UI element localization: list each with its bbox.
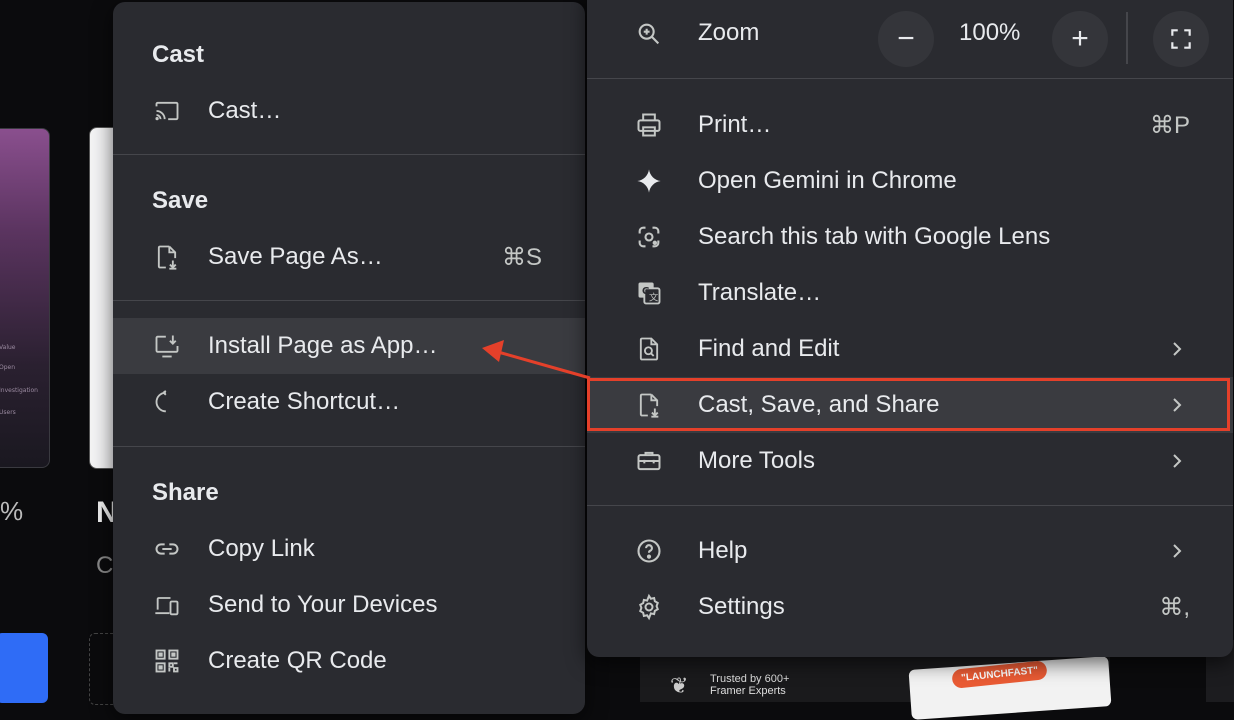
- menu-item-open-gemini[interactable]: Open Gemini in Chrome: [587, 153, 1233, 209]
- menu-item-copy-link[interactable]: Copy Link: [113, 521, 585, 577]
- zoom-level: 100%: [959, 19, 1021, 46]
- help-icon: [635, 537, 663, 565]
- chevron-right-icon: [1173, 544, 1182, 558]
- divider: [587, 78, 1233, 79]
- menu-item-help[interactable]: Help: [587, 523, 1233, 579]
- menu-item-label: Copy Link: [208, 535, 315, 562]
- shortcut-settings: ⌘,: [1159, 593, 1190, 621]
- install-app-icon: [153, 332, 181, 360]
- background-subtext-fragment: C: [96, 552, 114, 579]
- menu-item-label: Install Page as App…: [208, 332, 438, 359]
- laurel-wreath-icon: ❦: [670, 673, 689, 698]
- gemini-sparkle-icon: [635, 167, 663, 195]
- menu-item-label: Search this tab with Google Lens: [698, 223, 1051, 250]
- promo-trusted-text: Trusted by 600+ Framer Experts: [710, 673, 790, 697]
- shortcut-print: ⌘P: [1149, 111, 1190, 139]
- devices-icon: [153, 591, 181, 619]
- print-icon: [635, 111, 663, 139]
- menu-item-label: Cast…: [208, 97, 282, 124]
- google-lens-icon: [635, 223, 663, 251]
- divider: [113, 446, 585, 447]
- zoom-row: Zoom − 100% +: [587, 6, 1233, 67]
- divider: [113, 154, 585, 155]
- menu-item-label: Help: [698, 537, 748, 564]
- menu-item-more-tools[interactable]: More Tools: [587, 433, 1233, 489]
- divider: [113, 300, 585, 301]
- menu-item-create-shortcut[interactable]: Create Shortcut…: [113, 374, 585, 430]
- menu-item-find-and-edit[interactable]: Find and Edit: [587, 321, 1233, 377]
- save-page-icon: [153, 243, 181, 271]
- menu-item-label: More Tools: [698, 447, 815, 474]
- cast-icon: [153, 97, 181, 125]
- menu-item-cast[interactable]: Cast…: [113, 83, 585, 139]
- menu-item-create-qr-code[interactable]: Create QR Code: [113, 633, 585, 689]
- zoom-separator: [1126, 12, 1128, 64]
- zoom-label: Zoom: [698, 19, 760, 46]
- translate-icon: G文: [635, 279, 663, 307]
- background-promo-banner: ❦ Trusted by 600+ Framer Experts "LAUNCH…: [640, 655, 1112, 720]
- cast-save-share-icon: [635, 391, 663, 419]
- menu-item-google-lens[interactable]: Search this tab with Google Lens: [587, 209, 1233, 265]
- toolbox-icon: [635, 447, 663, 475]
- chrome-main-menu: Zoom − 100% + Print… ⌘P Open Gemini in C…: [587, 0, 1233, 657]
- shortcut-save: ⌘S: [501, 243, 542, 271]
- section-title-share: Share: [152, 479, 219, 506]
- svg-text:文: 文: [649, 292, 658, 304]
- cast-save-share-submenu: Cast Cast… Save Save Page As… ⌘S Install…: [113, 2, 585, 714]
- menu-item-label: Send to Your Devices: [208, 591, 438, 618]
- settings-gear-icon: [635, 593, 663, 621]
- background-percent-text: %: [0, 496, 24, 526]
- menu-item-label: Cast, Save, and Share: [698, 391, 940, 418]
- menu-item-print[interactable]: Print… ⌘P: [587, 97, 1233, 153]
- menu-item-label: Settings: [698, 593, 785, 620]
- shortcut-icon: [153, 388, 181, 416]
- fullscreen-button[interactable]: [1153, 11, 1209, 67]
- section-title-cast: Cast: [152, 41, 205, 68]
- section-title-save: Save: [152, 187, 209, 214]
- fullscreen-icon: [1171, 29, 1191, 49]
- menu-item-install-page-as-app[interactable]: Install Page as App…: [113, 318, 585, 374]
- menu-item-cast-save-share[interactable]: Cast, Save, and Share: [587, 377, 1233, 433]
- background-card-gradient: Value Open Investigation Users: [0, 128, 50, 468]
- menu-item-label: Create Shortcut…: [208, 388, 401, 415]
- menu-item-translate[interactable]: G文 Translate…: [587, 265, 1233, 321]
- menu-item-label: Create QR Code: [208, 647, 387, 674]
- chevron-right-icon: [1173, 454, 1182, 468]
- chevron-right-icon: [1173, 398, 1182, 412]
- zoom-magnifier-icon: [635, 20, 663, 48]
- menu-item-label: Translate…: [698, 279, 822, 306]
- menu-item-save-page-as[interactable]: Save Page As… ⌘S: [113, 229, 585, 285]
- menu-item-settings[interactable]: Settings ⌘,: [587, 579, 1233, 635]
- menu-item-send-to-devices[interactable]: Send to Your Devices: [113, 577, 585, 633]
- menu-item-label: Print…: [698, 111, 772, 138]
- zoom-in-button[interactable]: +: [1052, 11, 1108, 67]
- link-icon: [153, 535, 181, 563]
- background-blue-tile: [0, 633, 48, 703]
- chevron-right-icon: [1173, 342, 1182, 356]
- menu-item-label: Save Page As…: [208, 243, 383, 270]
- zoom-out-button[interactable]: −: [878, 11, 934, 67]
- menu-item-label: Open Gemini in Chrome: [698, 167, 957, 194]
- menu-item-label: Find and Edit: [698, 335, 840, 362]
- qr-code-icon: [153, 647, 181, 675]
- divider: [587, 505, 1233, 506]
- find-icon: [635, 335, 663, 363]
